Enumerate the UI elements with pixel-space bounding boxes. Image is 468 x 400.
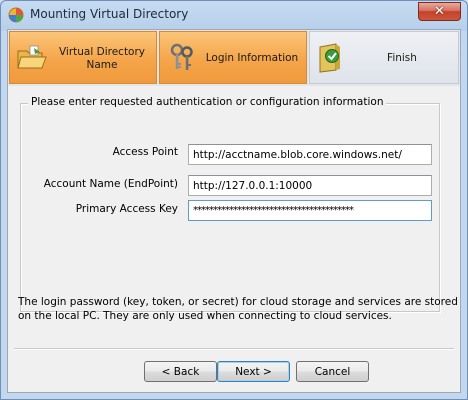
account-name-label: Account Name (EndPoint) [43, 178, 178, 190]
step-login-information: Login Information [159, 31, 307, 84]
dialog-window: Mounting Virtual Directory ✕ Virtual Dir… [0, 0, 468, 400]
close-icon: ✕ [434, 4, 445, 19]
account-name-input[interactable] [188, 175, 432, 196]
close-button[interactable]: ✕ [418, 2, 461, 21]
keys-icon [170, 43, 193, 70]
access-point-label: Access Point [112, 146, 178, 158]
primary-access-key-input[interactable] [188, 200, 432, 221]
access-point-input[interactable] [188, 144, 432, 165]
window-title: Mounting Virtual Directory [30, 7, 189, 21]
cancel-button[interactable]: Cancel [296, 361, 369, 382]
app-icon [8, 7, 24, 23]
wizard-client-area: Virtual Directory Name Login Information [7, 29, 461, 393]
folder-open-icon [17, 45, 47, 69]
step-label: Login Information [205, 52, 299, 64]
info-text: The login password (key, token, or secre… [18, 296, 458, 322]
folder-check-icon [319, 43, 340, 73]
divider [14, 348, 454, 350]
step-finish: Finish [309, 31, 459, 84]
wizard-steps: Virtual Directory Name Login Information [8, 30, 460, 86]
step-virtual-directory-name: Virtual Directory Name [9, 31, 157, 84]
next-button[interactable]: Next > [217, 361, 290, 382]
title-bar[interactable]: Mounting Virtual Directory ✕ [1, 1, 467, 28]
step-label: Virtual Directory Name [58, 45, 146, 71]
group-caption: Please enter requested authentication or… [28, 96, 387, 108]
primary-access-key-label: Primary Access Key [75, 203, 178, 215]
step-label: Finish [387, 52, 417, 64]
back-button[interactable]: < Back [144, 361, 217, 382]
